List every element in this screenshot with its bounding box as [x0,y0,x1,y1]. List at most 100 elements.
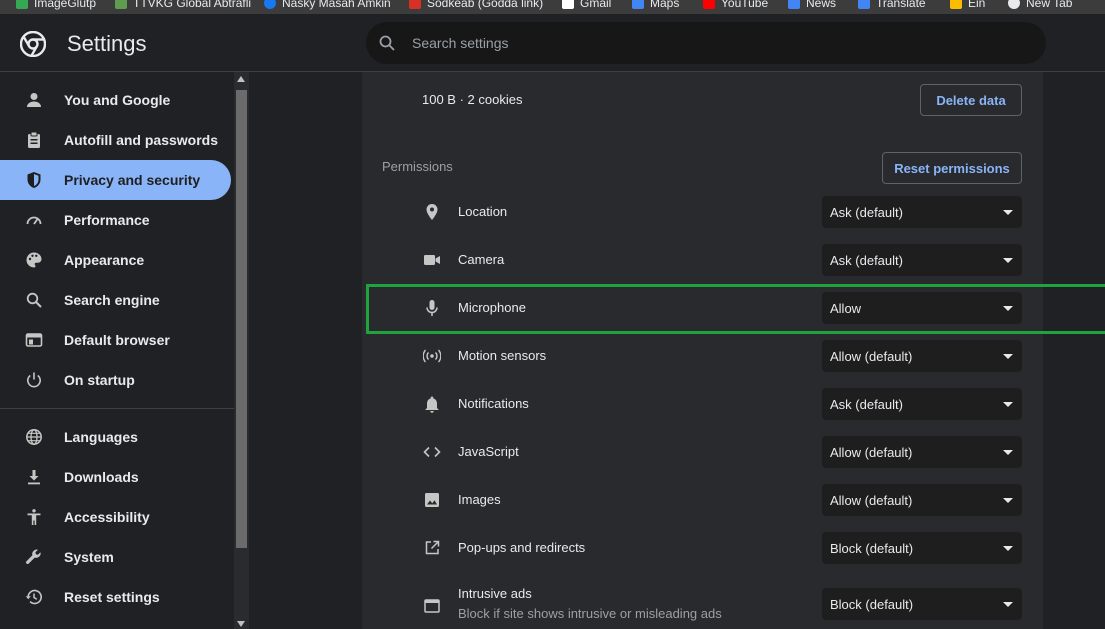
permission-label: Microphone [458,300,526,315]
bookmark-item[interactable]: New Tab [1008,0,1072,12]
permissions-heading: Permissions [382,159,453,174]
sidebar-item-label: You and Google [64,92,171,108]
microphone-icon [422,298,442,318]
permission-row-camera: Camera Ask (default) [362,236,1043,284]
globe-icon [24,427,44,447]
bookmark-favicon-icon [409,0,421,9]
permission-label: Notifications [458,396,529,411]
bookmark-item[interactable]: Gmail [562,0,611,12]
bookmark-favicon-icon [703,0,715,9]
microphone-permission-select[interactable]: Allow [822,292,1022,324]
sidebar-item-search-engine[interactable]: Search engine [0,280,231,320]
sidebar-item-default-browser[interactable]: Default browser [0,320,231,360]
site-settings-card: 100 B · 2 cookies Delete data Permission… [362,72,1043,629]
palette-icon [24,250,44,270]
clipboard-icon [24,130,44,150]
sidebar-scrollbar[interactable] [234,72,249,629]
camera-permission-select[interactable]: Ask (default) [822,244,1022,276]
bookmark-favicon-icon [264,0,276,9]
popups-permission-select[interactable]: Block (default) [822,532,1022,564]
settings-sidebar: You and Google Autofill and passwords Pr… [0,72,234,629]
sidebar-item-system[interactable]: System [0,537,231,577]
search-box[interactable] [366,22,1046,64]
chevron-down-icon [1003,210,1013,215]
shield-icon [24,170,44,190]
select-value: Ask (default) [830,253,903,268]
permission-description: Block if site shows intrusive or mislead… [458,606,722,621]
permission-label: Images [458,492,501,507]
permission-label: Pop-ups and redirects [458,540,586,555]
sidebar-item-privacy-and-security[interactable]: Privacy and security [0,160,231,200]
bookmark-item[interactable]: News [788,0,836,12]
permission-row-intrusive-ads: Intrusive ads Block if site shows intrus… [362,580,1043,629]
bookmark-item[interactable]: Maps [632,0,679,12]
sidebar-item-label: Autofill and passwords [64,132,219,148]
select-value: Allow (default) [830,349,913,364]
sidebar-item-label: On startup [64,372,135,388]
bell-icon [422,394,442,414]
browser-icon [24,330,44,350]
chevron-down-icon [1003,258,1013,263]
code-icon [422,442,442,462]
bookmark-item[interactable]: YouTube [703,0,768,12]
accessibility-icon [24,507,44,527]
sidebar-item-label: System [64,549,114,565]
notifications-permission-select[interactable]: Ask (default) [822,388,1022,420]
images-permission-select[interactable]: Allow (default) [822,484,1022,516]
chevron-down-icon [1003,498,1013,503]
bookmark-item[interactable]: Ein [950,0,985,12]
sidebar-item-label: Privacy and security [64,172,201,188]
permission-label: Camera [458,252,505,267]
bookmark-item[interactable]: Nasky Masah Amkin [264,0,391,12]
sidebar-item-label: Languages [64,429,138,445]
select-value: Block (default) [830,597,914,612]
sidebar-item-accessibility[interactable]: Accessibility [0,497,231,537]
history-icon [24,587,44,607]
bookmark-favicon-icon [788,0,800,9]
sidebar-item-label: Accessibility [64,509,150,525]
select-value: Allow (default) [830,493,913,508]
permission-row-notifications: Notifications Ask (default) [362,380,1043,428]
person-icon [24,90,44,110]
permission-row-images: Images Allow (default) [362,476,1043,524]
scroll-down-arrow-icon[interactable] [237,621,245,627]
scrollbar-thumb[interactable] [236,90,247,548]
sidebar-item-autofill[interactable]: Autofill and passwords [0,120,231,160]
permission-row-javascript: JavaScript Allow (default) [362,428,1043,476]
scroll-up-arrow-icon[interactable] [237,76,245,82]
sidebar-item-appearance[interactable]: Appearance [0,240,231,280]
location-pin-icon [422,202,442,222]
motion-sensors-permission-select[interactable]: Allow (default) [822,340,1022,372]
delete-data-button[interactable]: Delete data [920,84,1022,116]
wrench-icon [24,547,44,567]
chevron-down-icon [1003,306,1013,311]
bookmark-item[interactable]: TTVKG Global Abtrafli [115,0,251,12]
search-input[interactable] [412,22,1012,64]
bookmark-favicon-icon [1008,0,1020,9]
sidebar-item-on-startup[interactable]: On startup [0,360,231,400]
reset-permissions-button[interactable]: Reset permissions [882,152,1022,184]
search-icon [24,290,44,310]
permission-label: Motion sensors [458,348,547,363]
bookmark-item[interactable]: Translate [858,0,926,12]
location-permission-select[interactable]: Ask (default) [822,196,1022,228]
javascript-permission-select[interactable]: Allow (default) [822,436,1022,468]
motion-sensors-icon [422,346,442,366]
permission-row-motion-sensors: Motion sensors Allow (default) [362,332,1043,380]
bookmark-favicon-icon [632,0,644,9]
intrusive-ads-permission-select[interactable]: Block (default) [822,588,1022,620]
bookmark-item[interactable]: Sodkeab (Godda link) [409,0,543,12]
sidebar-item-reset-settings[interactable]: Reset settings [0,577,231,617]
sidebar-item-downloads[interactable]: Downloads [0,457,231,497]
permission-row-location: Location Ask (default) [362,188,1043,236]
sidebar-item-label: Reset settings [64,589,160,605]
bookmark-item[interactable]: ImageGlutp [16,0,96,12]
sidebar-divider [0,408,234,409]
sidebar-item-languages[interactable]: Languages [0,417,231,457]
chrome-logo-icon [20,31,46,57]
select-value: Ask (default) [830,205,903,220]
sidebar-item-label: Default browser [64,332,170,348]
sidebar-item-you-and-google[interactable]: You and Google [0,80,231,120]
sidebar-item-label: Downloads [64,469,139,485]
sidebar-item-performance[interactable]: Performance [0,200,231,240]
